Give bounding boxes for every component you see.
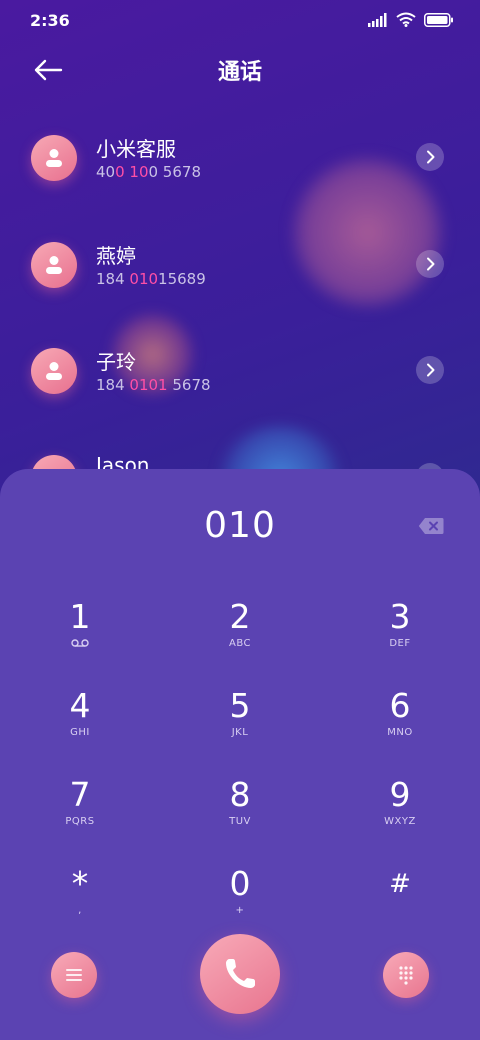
status-time: 2:36 bbox=[30, 11, 70, 30]
person-icon bbox=[46, 362, 62, 380]
contact-detail-button[interactable] bbox=[416, 356, 444, 384]
key-6[interactable]: 6 MNO bbox=[340, 687, 460, 767]
contact-number: 400 100 5678 bbox=[96, 163, 201, 181]
voicemail-icon bbox=[71, 639, 89, 647]
contact-detail-button[interactable] bbox=[416, 250, 444, 278]
keypad-icon bbox=[399, 966, 413, 985]
key-9[interactable]: 9 WXYZ bbox=[340, 776, 460, 856]
dialed-number: 010 bbox=[204, 505, 276, 546]
contact-row[interactable]: 子玲 184 0101 5678 bbox=[0, 348, 480, 428]
backspace-icon[interactable] bbox=[418, 517, 444, 535]
key-3[interactable]: 3 DEF bbox=[340, 598, 460, 678]
key-0[interactable]: 0 + bbox=[180, 865, 300, 945]
battery-icon bbox=[424, 12, 453, 27]
signal-icon bbox=[368, 12, 387, 27]
key-4[interactable]: 4 GHI bbox=[20, 687, 140, 767]
key-2[interactable]: 2 ABC bbox=[180, 598, 300, 678]
wifi-icon bbox=[396, 12, 416, 27]
chevron-right-icon bbox=[427, 150, 435, 164]
status-bar: 2:36 bbox=[0, 0, 480, 40]
key-star[interactable]: * , bbox=[20, 865, 140, 945]
menu-button[interactable] bbox=[51, 952, 97, 998]
contact-name: 小米客服 bbox=[96, 137, 176, 161]
chevron-right-icon bbox=[427, 363, 435, 377]
contact-name: 子玲 bbox=[96, 350, 136, 374]
key-8[interactable]: 8 TUV bbox=[180, 776, 300, 856]
avatar bbox=[31, 348, 77, 394]
avatar bbox=[31, 242, 77, 288]
person-icon bbox=[46, 256, 62, 274]
contact-detail-button[interactable] bbox=[416, 143, 444, 171]
person-icon bbox=[46, 149, 62, 167]
key-1[interactable]: 1 bbox=[20, 598, 140, 678]
key-7[interactable]: 7 PQRS bbox=[20, 776, 140, 856]
avatar bbox=[31, 135, 77, 181]
phone-icon bbox=[226, 959, 255, 988]
menu-icon bbox=[66, 969, 82, 981]
call-button[interactable] bbox=[200, 934, 280, 1014]
header: 通话 bbox=[0, 48, 480, 92]
contact-row[interactable]: 燕婷 184 01015689 bbox=[0, 242, 480, 322]
contact-name: 燕婷 bbox=[96, 244, 136, 268]
keypad-toggle-button[interactable] bbox=[383, 952, 429, 998]
key-hash[interactable]: # bbox=[340, 865, 460, 945]
page-title: 通话 bbox=[217, 60, 262, 85]
contact-number: 184 01015689 bbox=[96, 270, 206, 288]
contact-row[interactable]: 小米客服 400 100 5678 bbox=[0, 135, 480, 215]
contact-number: 184 0101 5678 bbox=[96, 376, 211, 394]
key-5[interactable]: 5 JKL bbox=[180, 687, 300, 767]
chevron-right-icon bbox=[427, 257, 435, 271]
